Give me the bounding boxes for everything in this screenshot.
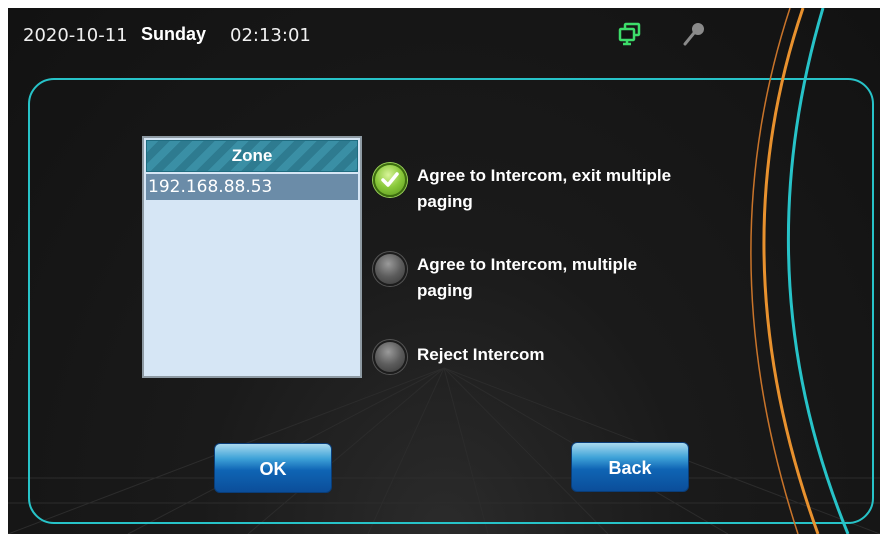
option-label-line2: paging <box>417 281 473 300</box>
intercom-screen: 2020-10-11 Sunday 02:13:01 Zone 192.168.… <box>8 8 880 534</box>
radio-selected-icon[interactable] <box>373 163 407 197</box>
time-label: 02:13:01 <box>230 25 311 46</box>
monitor-icon <box>618 22 641 46</box>
option-label: Agree to Intercom, exit multiple paging <box>417 163 671 215</box>
radio-unselected-icon[interactable] <box>373 340 407 374</box>
option-label: Reject Intercom <box>417 342 545 368</box>
zone-list-header: Zone <box>146 140 358 172</box>
ok-button[interactable]: OK <box>214 443 332 493</box>
option-label: Agree to Intercom, multiple paging <box>417 252 637 304</box>
back-button[interactable]: Back <box>571 442 689 492</box>
radio-unselected-icon[interactable] <box>373 252 407 286</box>
option-label-line1: Agree to Intercom, multiple <box>417 255 638 274</box>
status-bar: 2020-10-11 Sunday 02:13:01 <box>8 8 880 68</box>
microphone-icon <box>683 23 704 46</box>
zone-list-panel: Zone 192.168.88.53 <box>142 136 362 378</box>
date-label: 2020-10-11 <box>23 25 128 46</box>
option-label-line1: Agree to Intercom, exit multiple <box>417 166 672 185</box>
option-label-line1: Reject Intercom <box>417 345 545 364</box>
checkmark-icon <box>381 172 399 187</box>
zone-list-item[interactable]: 192.168.88.53 <box>146 174 358 200</box>
day-label: Sunday <box>141 24 207 44</box>
option-label-line2: paging <box>417 192 473 211</box>
